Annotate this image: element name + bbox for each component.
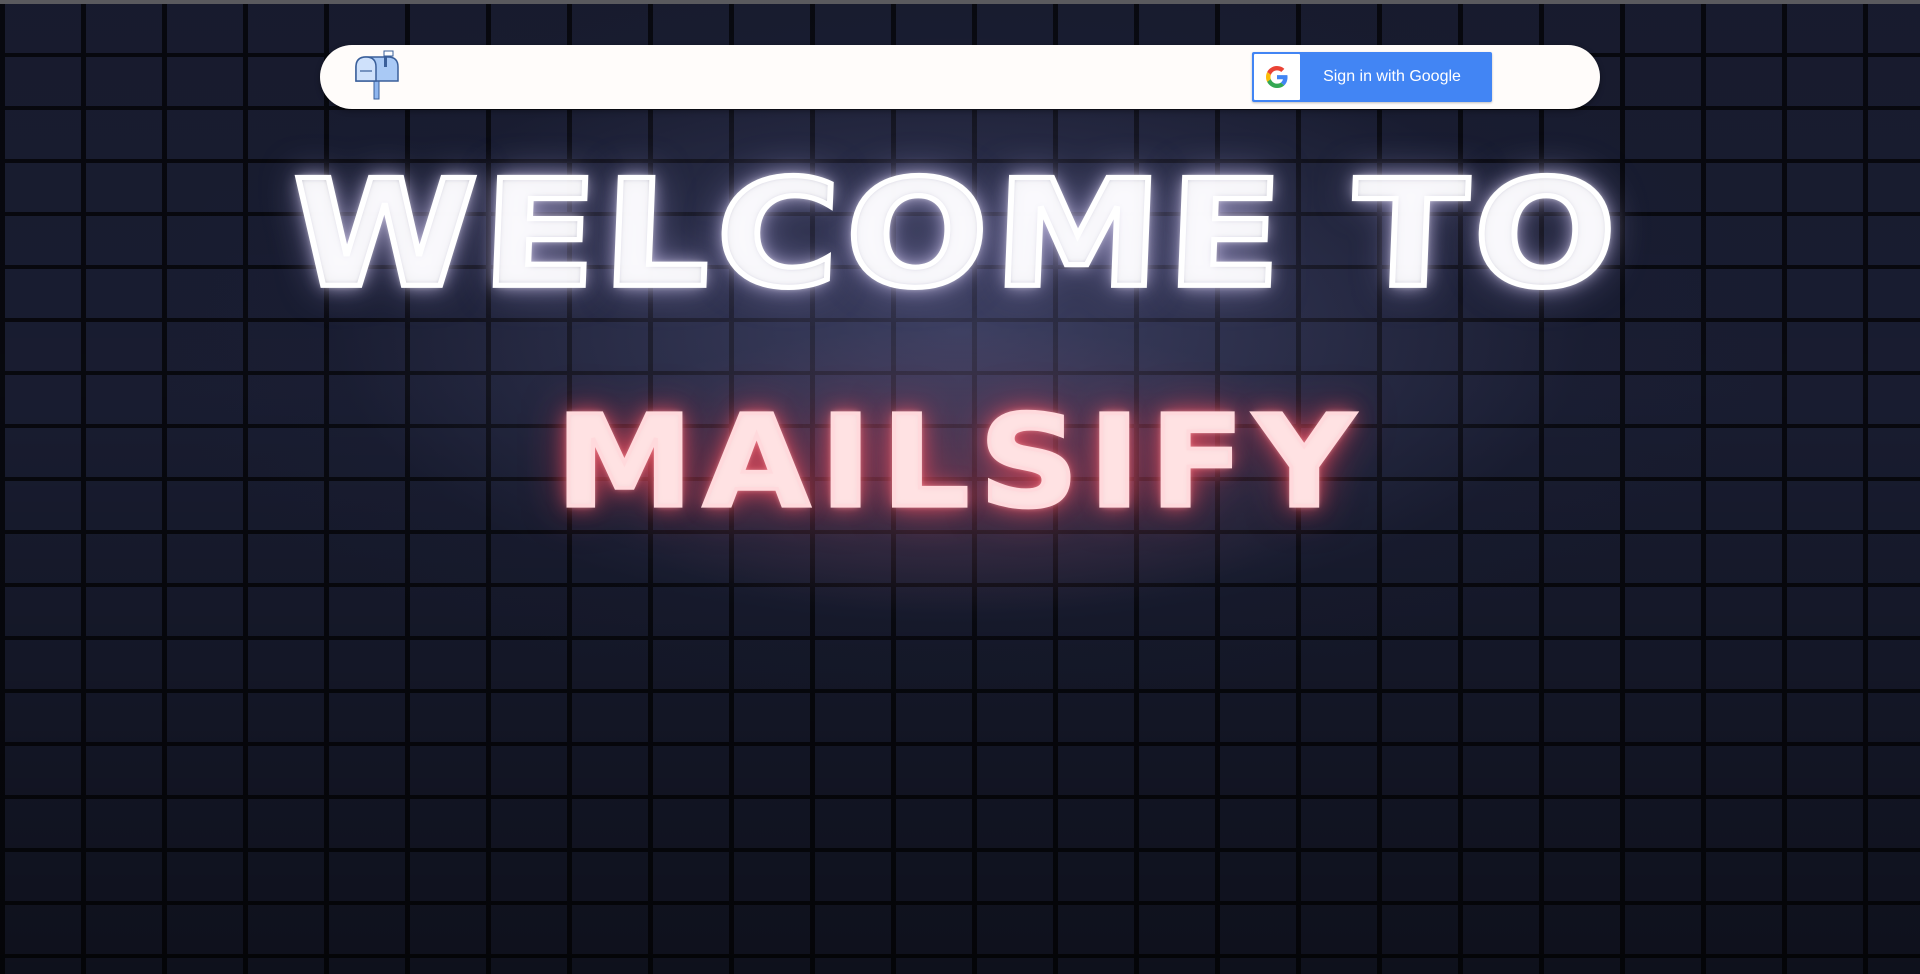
sign-in-with-google-button[interactable]: Sign in with Google: [1252, 52, 1492, 102]
welcome-heading: WELCOME TO: [285, 145, 1629, 323]
navbar: Sign in with Google: [320, 45, 1600, 109]
brand-name-heading: MAILSIFY: [554, 386, 1365, 538]
sign-in-button-label: Sign in with Google: [1323, 68, 1461, 85]
google-g-icon: [1254, 54, 1300, 100]
window-top-edge: [0, 0, 1920, 4]
mailbox-icon[interactable]: [350, 49, 402, 101]
